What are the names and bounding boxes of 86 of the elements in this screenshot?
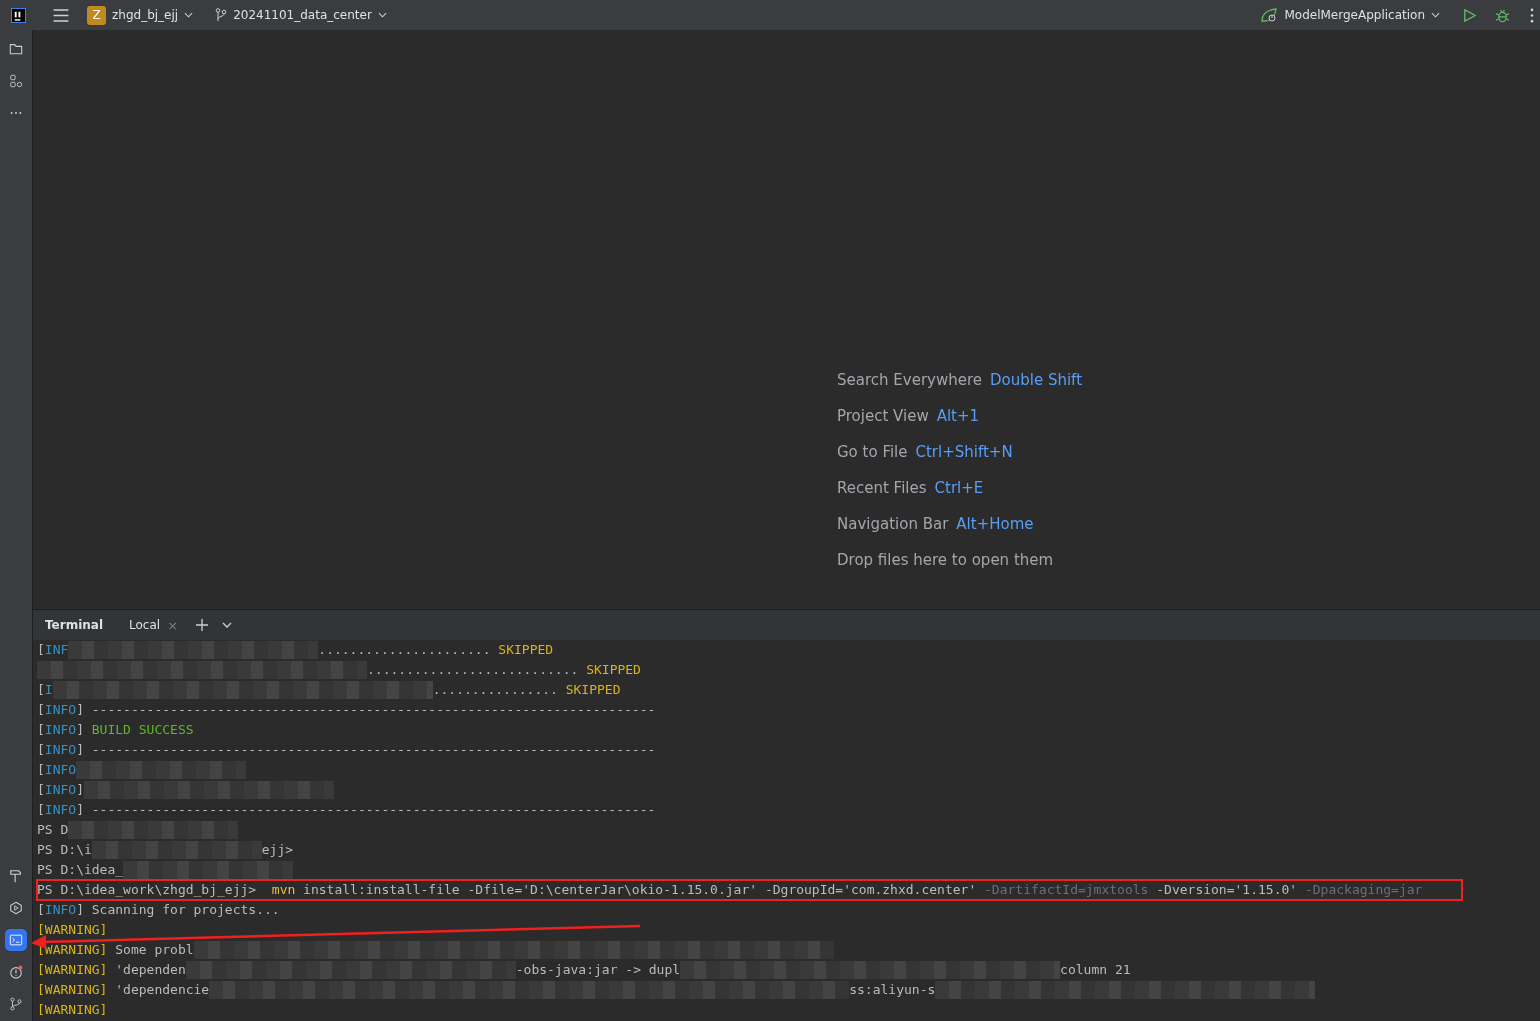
shortcut-text: Alt+Home — [956, 514, 1034, 534]
terminal-text: 'dependencie — [114, 981, 210, 999]
terminal-text: ] — [76, 781, 84, 799]
terminal-text: INFO — [44, 721, 77, 739]
leaf-power-icon — [1260, 7, 1279, 23]
terminal-text: INFO — [44, 801, 77, 819]
terminal-text: PS D:\idea_ — [37, 861, 124, 879]
shortcut-text: Alt+1 — [936, 406, 980, 426]
terminal-text: [ — [37, 701, 45, 719]
terminal-text: ] Scanning for projects... — [76, 901, 280, 919]
terminal-text: ] — [76, 721, 85, 739]
terminal-text: [ — [37, 721, 45, 739]
terminal-text: ] ------------------------------------------------------------------------ — [76, 741, 656, 759]
terminal-text: -DartifactId=jmxtools — [984, 881, 1149, 899]
chevron-down-icon — [1431, 12, 1440, 18]
hint-label: Drop files here to open them — [837, 550, 1054, 570]
terminal-text: SKIPPED — [565, 681, 621, 699]
terminal-text: INFO — [44, 741, 77, 759]
terminal-text: [WARNING] — [37, 961, 108, 979]
terminal-text: [WARNING] — [37, 921, 108, 939]
shortcut-text: Ctrl+Shift+N — [915, 442, 1013, 462]
project-name: zhgd_bj_ejj — [112, 8, 179, 22]
app-logo-icon[interactable] — [11, 7, 26, 23]
terminal-text: -Dpackaging=jar — [1304, 881, 1423, 899]
terminal-text: ss:aliyun-s — [849, 981, 936, 999]
tab-label: Local — [129, 618, 161, 632]
terminal-text: PS D — [37, 821, 69, 839]
run-configuration-name: ModelMergeApplication — [1284, 8, 1425, 22]
terminal-text: ] ------------------------------------------------------------------------ — [76, 801, 656, 819]
chevron-down-icon[interactable] — [222, 622, 233, 628]
menu-icon[interactable] — [53, 8, 69, 22]
terminal-text: [ — [37, 761, 45, 779]
terminal-text: column 21 — [1060, 961, 1131, 979]
terminal-text: [ — [37, 781, 45, 799]
terminal-text: ejj> — [261, 841, 294, 859]
terminal-text: PS D:\i — [37, 841, 92, 859]
run-icon[interactable] — [1462, 7, 1477, 23]
terminal-text: [ — [37, 681, 45, 699]
terminal-text: 'dependen — [114, 961, 186, 979]
terminal-text: ] ------------------------------------------------------------------------ — [76, 701, 656, 719]
hint-label: Recent Files — [837, 478, 927, 498]
branch-name: 20241101_data_center — [233, 8, 372, 22]
terminal-text: -obs-java:jar -> dupl — [515, 961, 681, 979]
chevron-down-icon — [184, 12, 194, 18]
shortcut-text: Double Shift — [990, 370, 1082, 390]
terminal-text: ...................... — [318, 641, 492, 659]
terminal-text: SKIPPED — [498, 641, 554, 659]
shortcut-text: Ctrl+E — [934, 478, 984, 498]
terminal-tab[interactable]: Local × — [123, 610, 185, 640]
terminal-text: [WARNING] — [37, 1001, 108, 1019]
terminal-text: INF — [44, 641, 69, 659]
branch-icon — [215, 8, 228, 22]
terminal-text: install:install-file -Dfile='D:\centerJar\okio-1.15.0.jar' -DgroupId='com.zhxd.center' — [302, 881, 978, 899]
project-selector[interactable]: Z zhgd_bj_ejj — [83, 5, 198, 25]
hint-label: Search Everywhere — [837, 370, 982, 390]
terminal-text: INFO — [44, 901, 77, 919]
terminal-text: ................ — [432, 681, 559, 699]
terminal-text: BUILD SUCCESS — [91, 721, 194, 739]
terminal-text: [ — [37, 901, 45, 919]
terminal-text: mvn — [271, 881, 296, 899]
terminal-text: INFO — [44, 761, 77, 779]
bug-icon[interactable] — [1495, 7, 1510, 23]
terminal-text: [WARNING] — [37, 941, 108, 959]
terminal-text: Some probl — [114, 941, 194, 959]
terminal-text: INFO — [44, 701, 77, 719]
hint-label: Navigation Bar — [837, 514, 949, 534]
terminal-text: -Dversion='1.15.0' — [1155, 881, 1299, 899]
terminal-text: I — [44, 681, 53, 699]
chevron-down-icon — [377, 12, 387, 18]
hint-label: Go to File — [837, 442, 908, 462]
run-configuration-selector[interactable]: ModelMergeApplication — [1256, 7, 1444, 23]
terminal-icon[interactable] — [5, 929, 27, 951]
more-options-icon[interactable] — [1530, 7, 1534, 23]
terminal-text: [WARNING] — [37, 981, 108, 999]
terminal-text: [ — [37, 801, 45, 819]
hint-label: Project View — [837, 406, 929, 426]
project-badge: Z — [87, 5, 106, 25]
terminal-text: [ — [37, 741, 45, 759]
terminal-text: ........................... — [367, 661, 580, 679]
terminal-text: INFO — [44, 781, 77, 799]
terminal-text: SKIPPED — [586, 661, 641, 679]
terminal-text: PS D:\idea_work\zhgd_bj_ejj> — [37, 881, 258, 899]
terminal-text: [ — [37, 641, 45, 659]
branch-selector[interactable]: 20241101_data_center — [211, 8, 391, 22]
terminal-title: Terminal — [45, 618, 104, 632]
plus-icon[interactable] — [196, 619, 209, 631]
